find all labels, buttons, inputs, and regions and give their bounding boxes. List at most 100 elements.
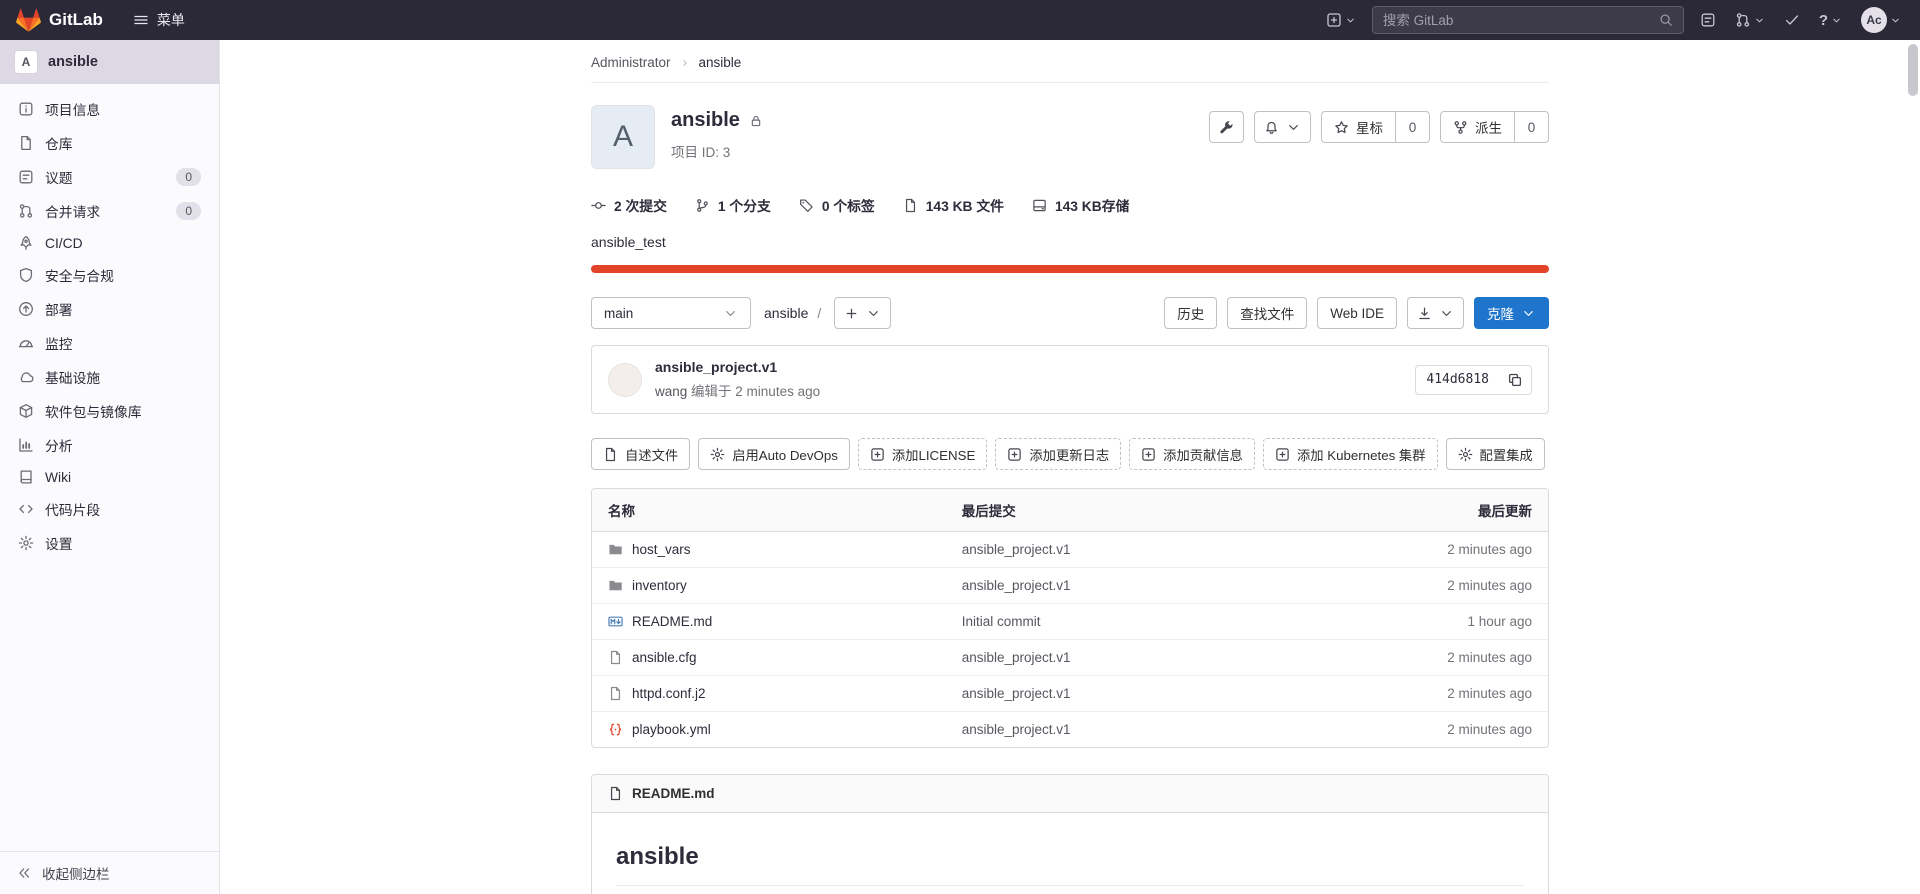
file-link[interactable]: inventory [632, 578, 687, 593]
file-link[interactable]: ansible.cfg [632, 650, 697, 665]
add-file-dropdown-button[interactable] [834, 297, 892, 329]
folder-icon [608, 542, 623, 557]
search-input[interactable] [1382, 12, 1651, 28]
fork-count[interactable]: 0 [1515, 111, 1549, 143]
stat-files[interactable]: 143 KB 文件 [903, 195, 1004, 215]
repo-path-root[interactable]: ansible [764, 305, 808, 321]
history-button[interactable]: 历史 [1164, 297, 1218, 329]
download-dropdown-button[interactable] [1407, 297, 1464, 329]
new-dropdown-button[interactable] [1323, 8, 1359, 32]
fork-button[interactable]: 派生 [1440, 111, 1515, 143]
repo-path-breadcrumb: ansible / [764, 305, 821, 321]
issues-shortcut-button[interactable] [1697, 8, 1719, 32]
sidebar-item-ci-cd[interactable]: CI/CD [0, 228, 219, 258]
chart-icon [18, 437, 34, 453]
commit-message-link[interactable]: ansible_project.v1 [962, 578, 1071, 593]
menu-button[interactable]: 菜单 [125, 4, 193, 36]
sidebar-item-project-information[interactable]: 项目信息 [0, 92, 219, 126]
project-sidebar: A ansible 项目信息 仓库 议题 0 合并请求 0 CI/CD 安全与合… [0, 40, 220, 894]
commit-message-link[interactable]: ansible_project.v1 [962, 650, 1071, 665]
clone-dropdown-button[interactable]: 克隆 [1474, 297, 1549, 329]
merge-requests-dropdown-button[interactable] [1732, 8, 1768, 32]
commit-message-link[interactable]: ansible_project.v1 [962, 542, 1071, 557]
add-kubernetes-cluster-button[interactable]: 添加 Kubernetes 集群 [1262, 438, 1438, 470]
global-search[interactable] [1371, 6, 1684, 34]
file-link[interactable]: playbook.yml [632, 722, 711, 737]
sidebar-item-analytics[interactable]: 分析 [0, 428, 219, 462]
last-updated: 2 minutes ago [1447, 650, 1532, 665]
column-header-last-commit: 最后提交 [945, 489, 1338, 532]
sidebar-item-monitor[interactable]: 监控 [0, 326, 219, 360]
gitlab-home-link[interactable]: GitLab [16, 8, 103, 32]
last-updated: 2 minutes ago [1447, 578, 1532, 593]
deploy-icon [18, 301, 34, 317]
gear-icon [18, 535, 34, 551]
file-icon [608, 650, 623, 665]
chevron-down-icon [1890, 15, 1901, 26]
commit-message-link[interactable]: Initial commit [962, 614, 1041, 629]
notifications-dropdown-button[interactable] [1254, 111, 1311, 143]
commit-author-avatar[interactable] [608, 362, 642, 397]
sidebar-item-packages-registries[interactable]: 软件包与镜像库 [0, 394, 219, 428]
copy-commit-sha-button[interactable] [1499, 365, 1531, 394]
add-changelog-button[interactable]: 添加更新日志 [995, 438, 1122, 470]
chevron-down-icon [1831, 15, 1842, 26]
user-menu-button[interactable]: Ac [1858, 3, 1904, 37]
find-file-button[interactable]: 查找文件 [1227, 297, 1308, 329]
column-header-last-update: 最后更新 [1337, 489, 1548, 532]
gitlab-logo-icon [16, 8, 41, 32]
readme-filename: README.md [632, 786, 715, 801]
sidebar-item-infrastructure[interactable]: 基础设施 [0, 360, 219, 394]
breadcrumb-administrator[interactable]: Administrator [591, 55, 671, 70]
package-icon [18, 403, 34, 419]
sidebar-item-snippets[interactable]: 代码片段 [0, 492, 219, 526]
commit-message-link[interactable]: ansible_project.v1 [962, 722, 1071, 737]
readme-button[interactable]: 自述文件 [591, 438, 691, 470]
branch-selector[interactable]: main [591, 297, 751, 329]
plus-icon [846, 308, 857, 318]
yaml-braces-icon [608, 722, 623, 737]
sidebar-item-deployments[interactable]: 部署 [0, 292, 219, 326]
help-dropdown-button[interactable]: ? [1816, 9, 1845, 32]
language-bar[interactable] [591, 265, 1549, 273]
stat-branches[interactable]: 1 个分支 [695, 195, 771, 215]
path-separator: / [817, 305, 822, 321]
table-row: README.md Initial commit 1 hour ago [592, 604, 1548, 640]
stat-tags[interactable]: 0 个标签 [799, 195, 875, 215]
file-link[interactable]: README.md [632, 614, 712, 629]
sidebar-item-repository[interactable]: 仓库 [0, 126, 219, 160]
wrench-icon [1219, 120, 1234, 135]
sidebar-item-settings[interactable]: 设置 [0, 526, 219, 560]
book-icon [18, 469, 34, 485]
plus-square-icon [1007, 447, 1022, 462]
star-count[interactable]: 0 [1396, 111, 1430, 143]
sidebar-item-wiki[interactable]: Wiki [0, 462, 219, 492]
sidebar-item-issues[interactable]: 议题 0 [0, 160, 219, 194]
auto-devops-button[interactable]: 启用Auto DevOps [698, 438, 850, 470]
star-button[interactable]: 星标 [1321, 111, 1396, 143]
project-id: 项目 ID: 3 [671, 145, 731, 160]
stat-storage[interactable]: 143 KB存储 [1032, 195, 1129, 215]
sidebar-item-merge-requests[interactable]: 合并请求 0 [0, 194, 219, 228]
file-link[interactable]: httpd.conf.j2 [632, 686, 706, 701]
search-icon [1659, 13, 1673, 27]
admin-wrench-button[interactable] [1209, 111, 1244, 143]
stat-commits[interactable]: 2 次提交 [591, 195, 667, 215]
breadcrumb-separator-icon [680, 58, 690, 68]
todos-button[interactable] [1781, 8, 1803, 32]
scrollbar[interactable] [1908, 44, 1918, 96]
bell-icon [1264, 120, 1279, 135]
sidebar-item-security-compliance[interactable]: 安全与合规 [0, 258, 219, 292]
readme-header[interactable]: README.md [592, 775, 1548, 813]
add-contributing-button[interactable]: 添加贡献信息 [1129, 438, 1255, 470]
commit-message-link[interactable]: ansible_project.v1 [962, 686, 1071, 701]
file-link[interactable]: host_vars [632, 542, 691, 557]
web-ide-button[interactable]: Web IDE [1317, 297, 1397, 329]
sidebar-project-context[interactable]: A ansible [0, 40, 219, 84]
configure-integrations-button[interactable]: 配置集成 [1445, 438, 1545, 470]
table-row: ansible.cfg ansible_project.v1 2 minutes… [592, 640, 1548, 676]
commit-title-link[interactable]: ansible_project.v1 [655, 359, 820, 375]
add-license-button[interactable]: 添加LICENSE [857, 438, 988, 470]
commit-author-link[interactable]: wang [655, 384, 687, 399]
collapse-sidebar-button[interactable]: 收起侧边栏 [0, 851, 219, 894]
